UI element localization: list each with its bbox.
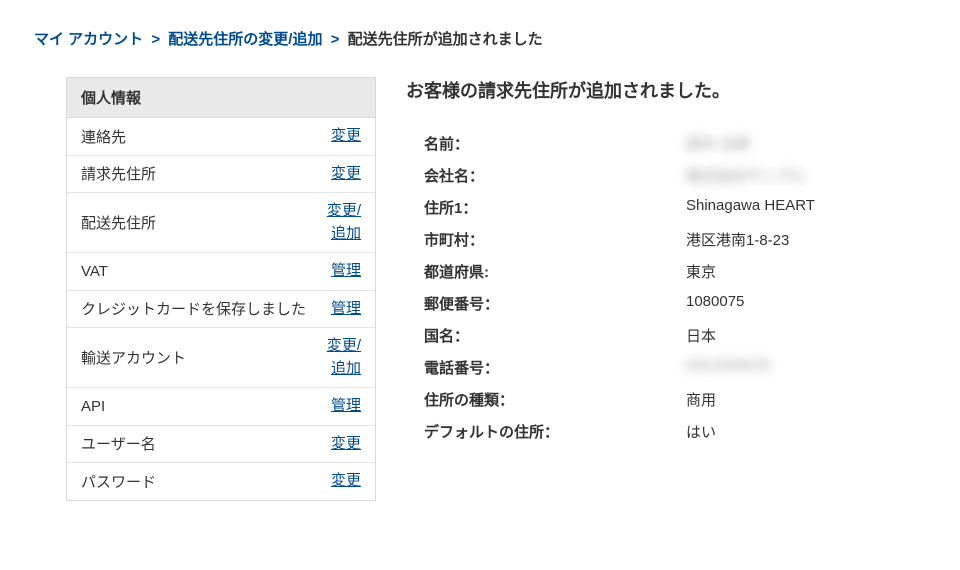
sidebar-item: パスワード 変更 — [67, 463, 375, 500]
sidebar-item-action[interactable]: 管理 — [331, 260, 361, 283]
detail-label: 名前： — [406, 133, 686, 154]
sidebar-item-label: クレジットカードを保存しました — [81, 298, 306, 319]
detail-row: 市町村：港区港南1-8-23 — [406, 229, 926, 250]
sidebar-item-action[interactable]: 管理 — [331, 298, 361, 321]
detail-row: 会社名：株式会社サンプル — [406, 165, 926, 186]
sidebar-item: 請求先住所 変更 — [67, 156, 375, 194]
detail-label: 市町村： — [406, 229, 686, 250]
page-title: お客様の請求先住所が追加されました。 — [406, 77, 926, 103]
breadcrumb-shipping-change[interactable]: 配送先住所の変更/追加 — [168, 31, 322, 48]
detail-label: 郵便番号： — [406, 293, 686, 314]
sidebar-item-action[interactable]: 管理 — [331, 395, 361, 418]
detail-row: 国名：日本 — [406, 325, 926, 346]
detail-row: 電話番号：0312345678 — [406, 357, 926, 378]
detail-value: はい — [686, 421, 716, 442]
detail-label: 住所1： — [406, 197, 686, 218]
breadcrumb-separator: > — [151, 31, 160, 48]
sidebar-item-label: API — [81, 398, 105, 415]
detail-value: 東京 — [686, 261, 716, 282]
sidebar-item: ユーザー名 変更 — [67, 426, 375, 464]
main-content: お客様の請求先住所が追加されました。 名前：田中 太郎会社名：株式会社サンプル住… — [406, 77, 926, 453]
detail-row: 住所の種類：商用 — [406, 389, 926, 410]
detail-row: 住所1：Shinagawa HEART — [406, 197, 926, 218]
breadcrumb: マイ アカウント > 配送先住所の変更/追加 > 配送先住所が追加されました — [34, 28, 926, 49]
sidebar-item-action[interactable]: 変更/ 追加 — [327, 200, 361, 245]
detail-label: 電話番号： — [406, 357, 686, 378]
sidebar-item-label: 配送先住所 — [81, 212, 156, 233]
detail-value: 1080075 — [686, 293, 744, 314]
detail-value: 商用 — [686, 389, 716, 410]
sidebar-item: 輸送アカウント 変更/ 追加 — [67, 328, 375, 388]
detail-value: 田中 太郎 — [686, 133, 750, 154]
sidebar-item: 連絡先 変更 — [67, 118, 375, 156]
breadcrumb-separator: > — [331, 31, 340, 48]
sidebar-item-label: VAT — [81, 263, 108, 280]
sidebar-item: クレジットカードを保存しました 管理 — [67, 291, 375, 329]
detail-row: 郵便番号：1080075 — [406, 293, 926, 314]
detail-value: Shinagawa HEART — [686, 197, 815, 218]
detail-label: デフォルトの住所： — [406, 421, 686, 442]
detail-value: 港区港南1-8-23 — [686, 229, 789, 250]
sidebar-item-label: 連絡先 — [81, 126, 126, 147]
sidebar-item: 配送先住所 変更/ 追加 — [67, 193, 375, 253]
detail-label: 会社名： — [406, 165, 686, 186]
detail-label: 住所の種類： — [406, 389, 686, 410]
detail-row: 都道府県:東京 — [406, 261, 926, 282]
detail-label: 国名： — [406, 325, 686, 346]
sidebar-item-label: パスワード — [81, 471, 156, 492]
detail-row: デフォルトの住所：はい — [406, 421, 926, 442]
detail-label: 都道府県: — [406, 261, 686, 282]
breadcrumb-my-account[interactable]: マイ アカウント — [34, 31, 143, 48]
breadcrumb-current: 配送先住所が追加されました — [348, 31, 543, 48]
sidebar-item-action[interactable]: 変更 — [331, 125, 361, 148]
sidebar-item-action[interactable]: 変更 — [331, 433, 361, 456]
sidebar-item-label: 請求先住所 — [81, 163, 156, 184]
sidebar-item-action[interactable]: 変更 — [331, 163, 361, 186]
detail-value: 日本 — [686, 325, 716, 346]
sidebar-item-label: 輸送アカウント — [81, 347, 186, 368]
sidebar-item-action[interactable]: 変更/ 追加 — [327, 335, 361, 380]
detail-row: 名前：田中 太郎 — [406, 133, 926, 154]
sidebar-item: VAT 管理 — [67, 253, 375, 291]
detail-value: 株式会社サンプル — [686, 165, 806, 186]
sidebar-item-label: ユーザー名 — [81, 433, 156, 454]
sidebar-personal-info: 個人情報 連絡先変更請求先住所変更配送先住所変更/ 追加VAT管理クレジットカー… — [66, 77, 376, 501]
sidebar-header: 個人情報 — [67, 78, 375, 118]
detail-value: 0312345678 — [686, 357, 769, 378]
sidebar-item: API 管理 — [67, 388, 375, 426]
sidebar-item-action[interactable]: 変更 — [331, 470, 361, 493]
